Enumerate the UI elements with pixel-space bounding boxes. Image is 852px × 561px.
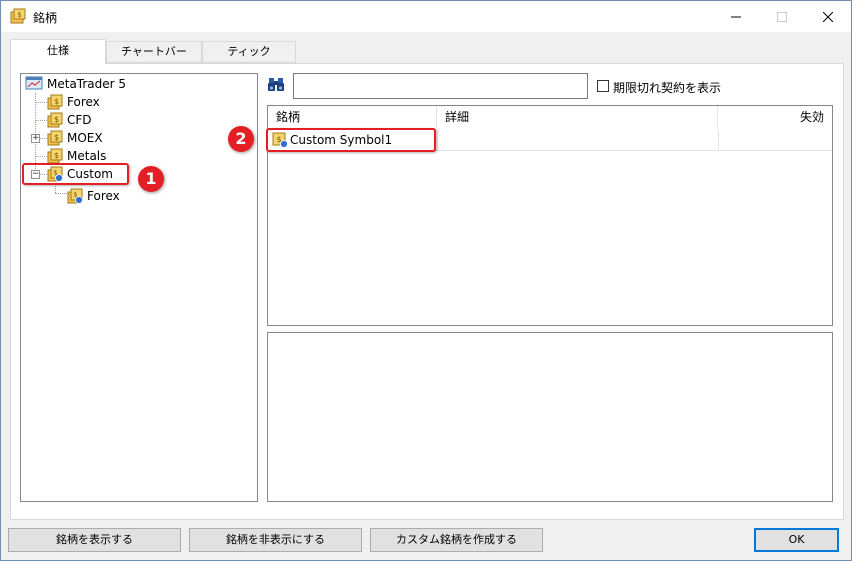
svg-text:$: $ (54, 133, 59, 142)
folder-currency-icon: $ (47, 94, 63, 110)
symbols-dialog: $ 銘柄 仕様 チャートバー ティック MetaTrader 5 $ Forex… (0, 0, 852, 561)
annotation-badge-2: 2 (228, 126, 254, 152)
show-expired-label[interactable]: 期限切れ契約を表示 (613, 79, 721, 96)
folder-custom-icon: $ (67, 188, 83, 204)
close-button[interactable] (805, 1, 851, 32)
tree-connector (55, 193, 67, 194)
minimize-icon (731, 16, 741, 17)
tree-root-label: MetaTrader 5 (47, 77, 127, 91)
maximize-button[interactable] (759, 1, 805, 32)
window-title: 銘柄 (33, 11, 58, 25)
show-expired-checkbox[interactable] (597, 80, 609, 92)
tab-chart-bars[interactable]: チャートバー (106, 41, 202, 63)
tree-connector (40, 138, 47, 139)
symbol-search-input[interactable] (293, 73, 588, 99)
tree-item-label: Metals (67, 149, 107, 163)
ok-button[interactable]: OK (754, 528, 839, 552)
annotation-highlight-custom (22, 163, 129, 185)
title-bar: $ 銘柄 (1, 1, 851, 32)
svg-text:$: $ (54, 151, 59, 160)
tree-connector (35, 102, 47, 103)
expand-toggle[interactable]: + (31, 134, 40, 143)
tree-item-forex[interactable]: $ Forex (47, 93, 100, 111)
folder-currency-icon: $ (47, 130, 63, 146)
tree-item-label: MOEX (67, 131, 103, 145)
symbol-detail-panel (267, 332, 833, 502)
column-divider (718, 130, 719, 150)
maximize-icon (777, 11, 787, 22)
annotation-badge-1: 1 (138, 166, 164, 192)
folder-currency-icon: $ (47, 112, 63, 128)
column-header-expiry[interactable]: 失効 (718, 106, 832, 129)
svg-text:$: $ (54, 115, 59, 124)
tree-item-label: CFD (67, 113, 92, 127)
column-header-symbol[interactable]: 銘柄 (268, 106, 437, 129)
tree-item-label: Forex (87, 189, 120, 203)
show-symbol-button[interactable]: 銘柄を表示する (8, 528, 181, 552)
symbols-app-icon: $ (10, 8, 26, 24)
minimize-button[interactable] (713, 1, 759, 32)
tab-ticks[interactable]: ティック (202, 41, 296, 63)
tree-connector (35, 120, 47, 121)
tree-root-metatrader5[interactable]: MetaTrader 5 (25, 75, 126, 93)
tab-specification[interactable]: 仕様 (10, 39, 106, 64)
tree-connector (35, 156, 47, 157)
column-divider (437, 130, 438, 150)
close-icon (823, 11, 833, 22)
svg-text:$: $ (54, 97, 59, 106)
svg-text:$: $ (17, 11, 21, 19)
binoculars-icon[interactable] (267, 76, 285, 92)
create-custom-symbol-button[interactable]: カスタム銘柄を作成する (370, 528, 543, 552)
tree-item-cfd[interactable]: $ CFD (47, 111, 92, 129)
terminal-icon (25, 76, 43, 90)
tree-item-label: Forex (67, 95, 100, 109)
tree-item-moex[interactable]: $ MOEX (47, 129, 103, 147)
hide-symbol-button[interactable]: 銘柄を非表示にする (189, 528, 362, 552)
tree-item-custom-forex[interactable]: $ Forex (67, 187, 120, 205)
column-header-detail[interactable]: 詳細 (437, 106, 718, 129)
symbol-group-tree[interactable]: MetaTrader 5 $ Forex $ CFD + $ MOEX $ Me… (20, 73, 258, 502)
folder-currency-icon: $ (47, 148, 63, 164)
annotation-highlight-custom-symbol (266, 128, 436, 152)
